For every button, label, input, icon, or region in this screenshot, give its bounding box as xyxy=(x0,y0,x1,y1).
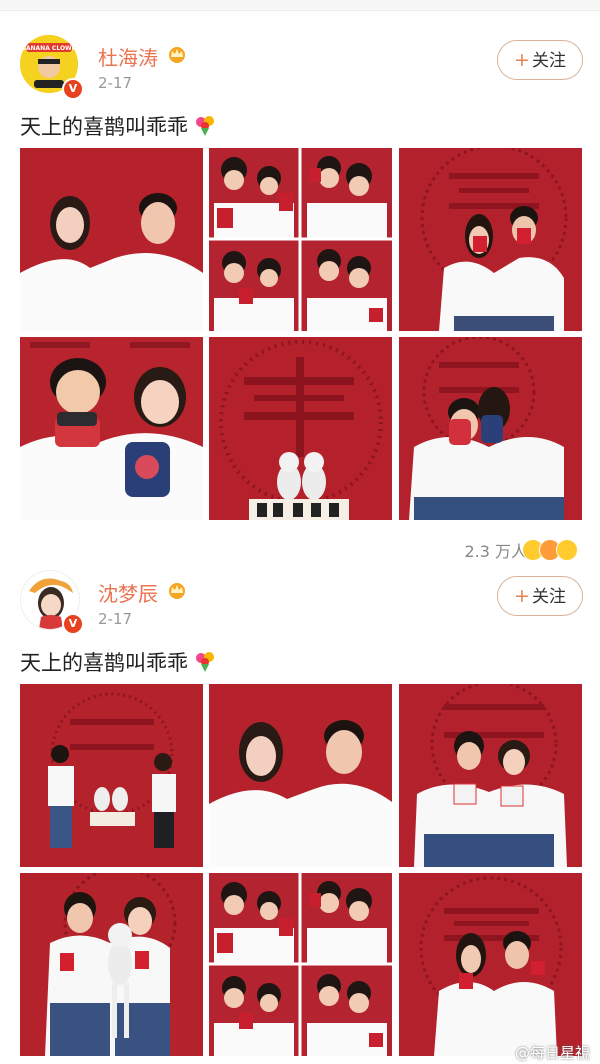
verified-badge-icon: V xyxy=(62,78,84,100)
post-text-content: 天上的喜鹊叫乖乖 xyxy=(20,115,188,139)
photo-masks[interactable] xyxy=(20,337,203,520)
follow-button[interactable]: + 关注 xyxy=(497,40,583,80)
plus-icon: + xyxy=(514,49,530,71)
post-date: 2-17 xyxy=(98,610,133,628)
photo-red-books[interactable] xyxy=(399,684,582,867)
likes-text: 2.3 万人 xyxy=(464,542,527,561)
username[interactable]: 杜海涛 xyxy=(98,42,158,71)
crown-icon xyxy=(169,583,185,599)
follow-label: 关注 xyxy=(531,587,566,607)
photo-dolls-310[interactable] xyxy=(209,337,392,520)
smile-emoji-icon xyxy=(556,539,578,561)
crown-icon xyxy=(169,47,185,63)
plus-icon: + xyxy=(514,585,530,607)
photo-grid xyxy=(20,684,582,1064)
photo-booth-strip-2[interactable] xyxy=(209,873,392,1056)
photo-grid xyxy=(20,148,582,521)
post-text-content: 天上的喜鹊叫乖乖 xyxy=(20,651,188,675)
photo-double-happiness-1[interactable] xyxy=(399,148,582,331)
photo-double-happiness-2[interactable] xyxy=(399,873,582,1056)
verified-badge-icon: V xyxy=(62,613,84,635)
likes-count[interactable]: 2.3 万人 xyxy=(464,538,578,562)
follow-button[interactable]: + 关注 xyxy=(497,576,583,616)
top-divider xyxy=(0,0,600,11)
follow-label: 关注 xyxy=(531,51,566,71)
photo-standing-310[interactable] xyxy=(20,684,203,867)
photo-hug-masks[interactable] xyxy=(399,337,582,520)
username[interactable]: 沈梦辰 xyxy=(98,578,158,607)
svg-text:BANANA CLOWN: BANANA CLOWN xyxy=(21,45,76,52)
post-text: 天上的喜鹊叫乖乖 xyxy=(20,111,218,141)
watermark: @每日星視 xyxy=(514,1044,590,1062)
bouquet-icon xyxy=(196,652,214,672)
photo-plush-doll[interactable] xyxy=(20,873,203,1056)
bouquet-icon xyxy=(196,116,214,136)
post-date: 2-17 xyxy=(98,74,133,92)
post-text: 天上的喜鹊叫乖乖 xyxy=(20,647,218,677)
photo-booth-strip[interactable] xyxy=(209,148,392,331)
photo-couple-portrait[interactable] xyxy=(20,148,203,331)
photo-couple-portrait-2[interactable] xyxy=(209,684,392,867)
